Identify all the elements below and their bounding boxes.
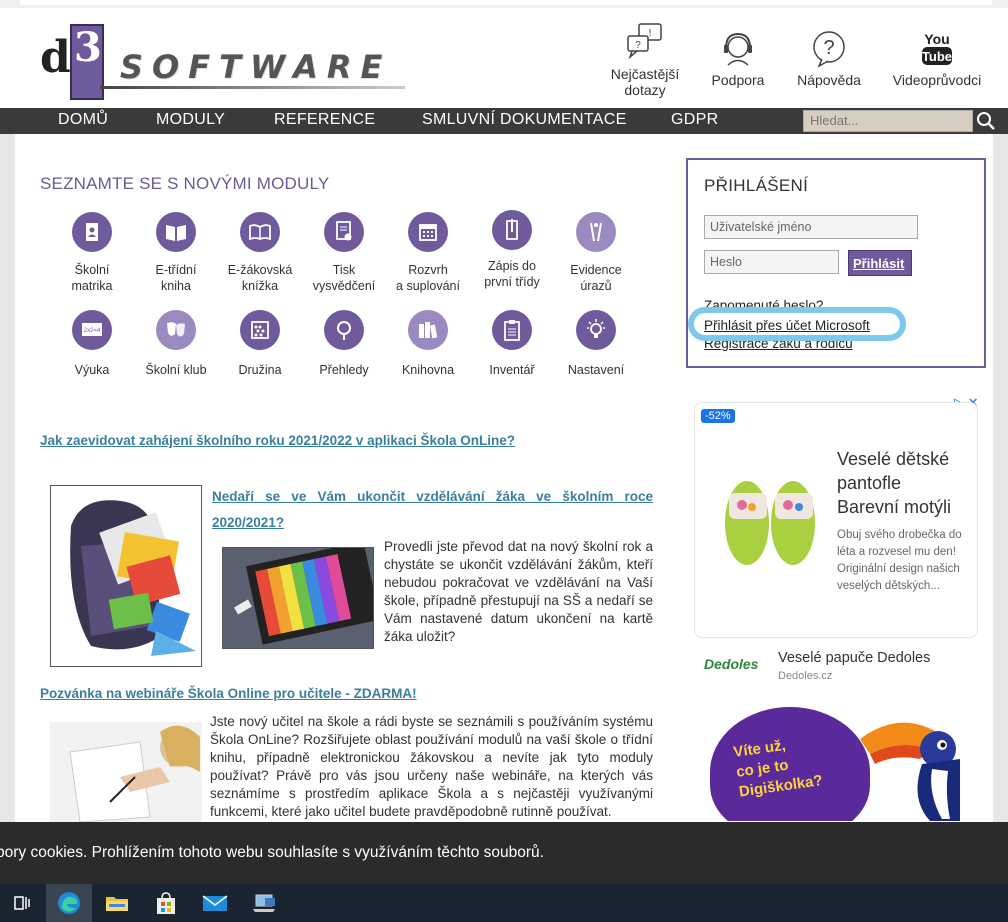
nav-home[interactable]: DOMŮ bbox=[58, 111, 108, 129]
svg-text:Tube: Tube bbox=[922, 49, 952, 64]
explorer-taskbar-button[interactable] bbox=[94, 884, 140, 922]
store-icon bbox=[157, 892, 175, 914]
ad-description: Obuj svého drobečka do léta a rozvesel m… bbox=[837, 529, 962, 592]
nav-gdpr[interactable]: GDPR bbox=[671, 111, 718, 129]
certificate-icon bbox=[324, 212, 364, 252]
edge-taskbar-button[interactable] bbox=[46, 884, 92, 922]
module-teaching[interactable]: 2x2=4 Výuka bbox=[47, 310, 137, 378]
password-input[interactable]: Heslo bbox=[704, 250, 839, 274]
chat-bubbles-icon: ! ? bbox=[627, 23, 662, 60]
banner-text: Víte už, co je to Digiškolka? bbox=[732, 736, 824, 801]
bulb-icon bbox=[576, 310, 616, 350]
site-header: d 3 SOFTWARE ! ? Nejčastější dotazy Podp… bbox=[0, 8, 1008, 108]
svg-text:You: You bbox=[924, 31, 949, 47]
calendar-icon bbox=[408, 212, 448, 252]
blackboard-icon: 2x2=4 bbox=[72, 310, 112, 350]
module-school-club[interactable]: Školní klub bbox=[131, 310, 221, 378]
module-class-book[interactable]: E-třídní kniha bbox=[131, 212, 221, 294]
id-card-icon bbox=[72, 212, 112, 252]
folder-icon bbox=[106, 897, 128, 911]
magnifier-icon bbox=[324, 310, 364, 350]
dedoles-domain: Dedoles.cz bbox=[778, 670, 833, 682]
mail-icon bbox=[202, 895, 228, 911]
dedoles-logo[interactable]: Dedoles bbox=[704, 656, 758, 672]
module-school-register[interactable]: Školní matrika bbox=[47, 212, 137, 294]
module-settings[interactable]: Nastavení bbox=[551, 310, 641, 378]
help-link[interactable]: ? Nápověda bbox=[792, 30, 866, 88]
faq-link[interactable]: ! ? Nejčastější dotazy bbox=[605, 22, 685, 98]
tablet-image bbox=[222, 547, 374, 649]
annotation-highlight bbox=[688, 307, 906, 341]
question-bubble-icon: ? bbox=[813, 31, 845, 68]
svg-text:?: ? bbox=[823, 37, 834, 59]
task-view-button[interactable] bbox=[0, 884, 46, 922]
svg-text:2x2=4: 2x2=4 bbox=[84, 328, 101, 334]
article-1-title[interactable]: Jak zaevidovat zahájení školního roku 20… bbox=[40, 433, 515, 448]
search-button[interactable] bbox=[974, 109, 998, 133]
nav-contracts[interactable]: SMLUVNÍ DOKUMENTACE bbox=[422, 111, 627, 129]
search-icon bbox=[977, 112, 995, 130]
slippers-image bbox=[725, 481, 815, 565]
module-report-print[interactable]: Tisk vysvědčení bbox=[299, 212, 389, 294]
module-inventory[interactable]: Inventář bbox=[467, 310, 557, 378]
abacus-icon bbox=[240, 310, 280, 350]
toucan-image bbox=[860, 722, 960, 821]
laptop-icon bbox=[253, 894, 275, 912]
module-schedule[interactable]: Rozvrh a suplování bbox=[383, 212, 473, 294]
article-2-text: Provedli jste převod dat na nový školní … bbox=[384, 539, 653, 644]
taskbar bbox=[0, 884, 1008, 922]
article-3-text: Jste nový učitel na škole a rádi byste s… bbox=[210, 714, 653, 819]
remote-desktop-taskbar-button[interactable] bbox=[241, 884, 287, 922]
store-taskbar-button[interactable] bbox=[143, 884, 189, 922]
article-2-title[interactable]: Nedaří se ve Vám ukončit vzdělávání žáka… bbox=[212, 484, 653, 536]
logo-text: SOFTWARE bbox=[120, 48, 392, 86]
dedoles-title[interactable]: Veselé papuče Dedoles bbox=[778, 650, 930, 666]
article-3-title[interactable]: Pozvánka na webináře Škola Online pro uč… bbox=[40, 686, 417, 701]
login-title: PŘIHLÁŠENÍ bbox=[704, 176, 809, 195]
module-injury-records[interactable]: Evidence úrazů bbox=[551, 212, 641, 294]
top-strip bbox=[0, 0, 1008, 8]
search-input[interactable]: Hledat... bbox=[803, 110, 973, 132]
module-enrollment[interactable]: Zápis do první třídy bbox=[467, 210, 557, 290]
videoguides-link[interactable]: You Tube Videoprůvodci bbox=[889, 30, 985, 88]
webinar-image bbox=[50, 722, 202, 822]
modules-heading: SEZNAMTE SE S NOVÝMI MODULY bbox=[40, 174, 330, 193]
module-student-book[interactable]: E-žákovská knížka bbox=[215, 212, 305, 294]
book-icon bbox=[156, 212, 196, 252]
main-nav: DOMŮ MODULY REFERENCE SMLUVNÍ DOKUMENTAC… bbox=[0, 108, 1008, 134]
cookie-banner: bory cookies. Prohlížením tohoto webu so… bbox=[0, 822, 1008, 884]
clipboard-icon bbox=[492, 310, 532, 350]
module-overviews[interactable]: Přehledy bbox=[299, 310, 389, 378]
edge-icon bbox=[58, 892, 80, 914]
digiskolka-banner[interactable]: Víte už, co je to Digiškolka? bbox=[710, 697, 962, 821]
module-after-school[interactable]: Družina bbox=[215, 310, 305, 378]
pencil-icon bbox=[492, 210, 532, 250]
svg-text:!: ! bbox=[649, 28, 652, 39]
nav-reference[interactable]: REFERENCE bbox=[274, 111, 375, 129]
masks-icon bbox=[156, 310, 196, 350]
svg-text:?: ? bbox=[635, 40, 641, 51]
site-logo[interactable]: d 3 SOFTWARE bbox=[40, 20, 410, 102]
username-input[interactable]: Uživatelské jméno bbox=[704, 215, 918, 239]
ad-headline: Veselé dětské pantofle Barevní motýli bbox=[837, 449, 952, 517]
books-icon bbox=[408, 310, 448, 350]
task-view-icon bbox=[14, 896, 30, 910]
module-library[interactable]: Knihovna bbox=[383, 310, 473, 378]
bandage-icon bbox=[576, 212, 616, 252]
discount-badge: -52% bbox=[701, 409, 735, 423]
youtube-icon: You Tube bbox=[922, 31, 952, 65]
backpack-image bbox=[50, 485, 202, 667]
headset-icon bbox=[724, 32, 752, 66]
support-link[interactable]: Podpora bbox=[703, 30, 773, 88]
login-button[interactable]: Přihlásit bbox=[848, 250, 912, 276]
mail-taskbar-button[interactable] bbox=[192, 884, 238, 922]
open-book-icon bbox=[240, 212, 280, 252]
cookie-text: bory cookies. Prohlížením tohoto webu so… bbox=[0, 844, 544, 861]
nav-modules[interactable]: MODULY bbox=[156, 111, 225, 129]
ad-card[interactable]: -52% Veselé dětské pantofle Barevní motý… bbox=[694, 402, 978, 638]
